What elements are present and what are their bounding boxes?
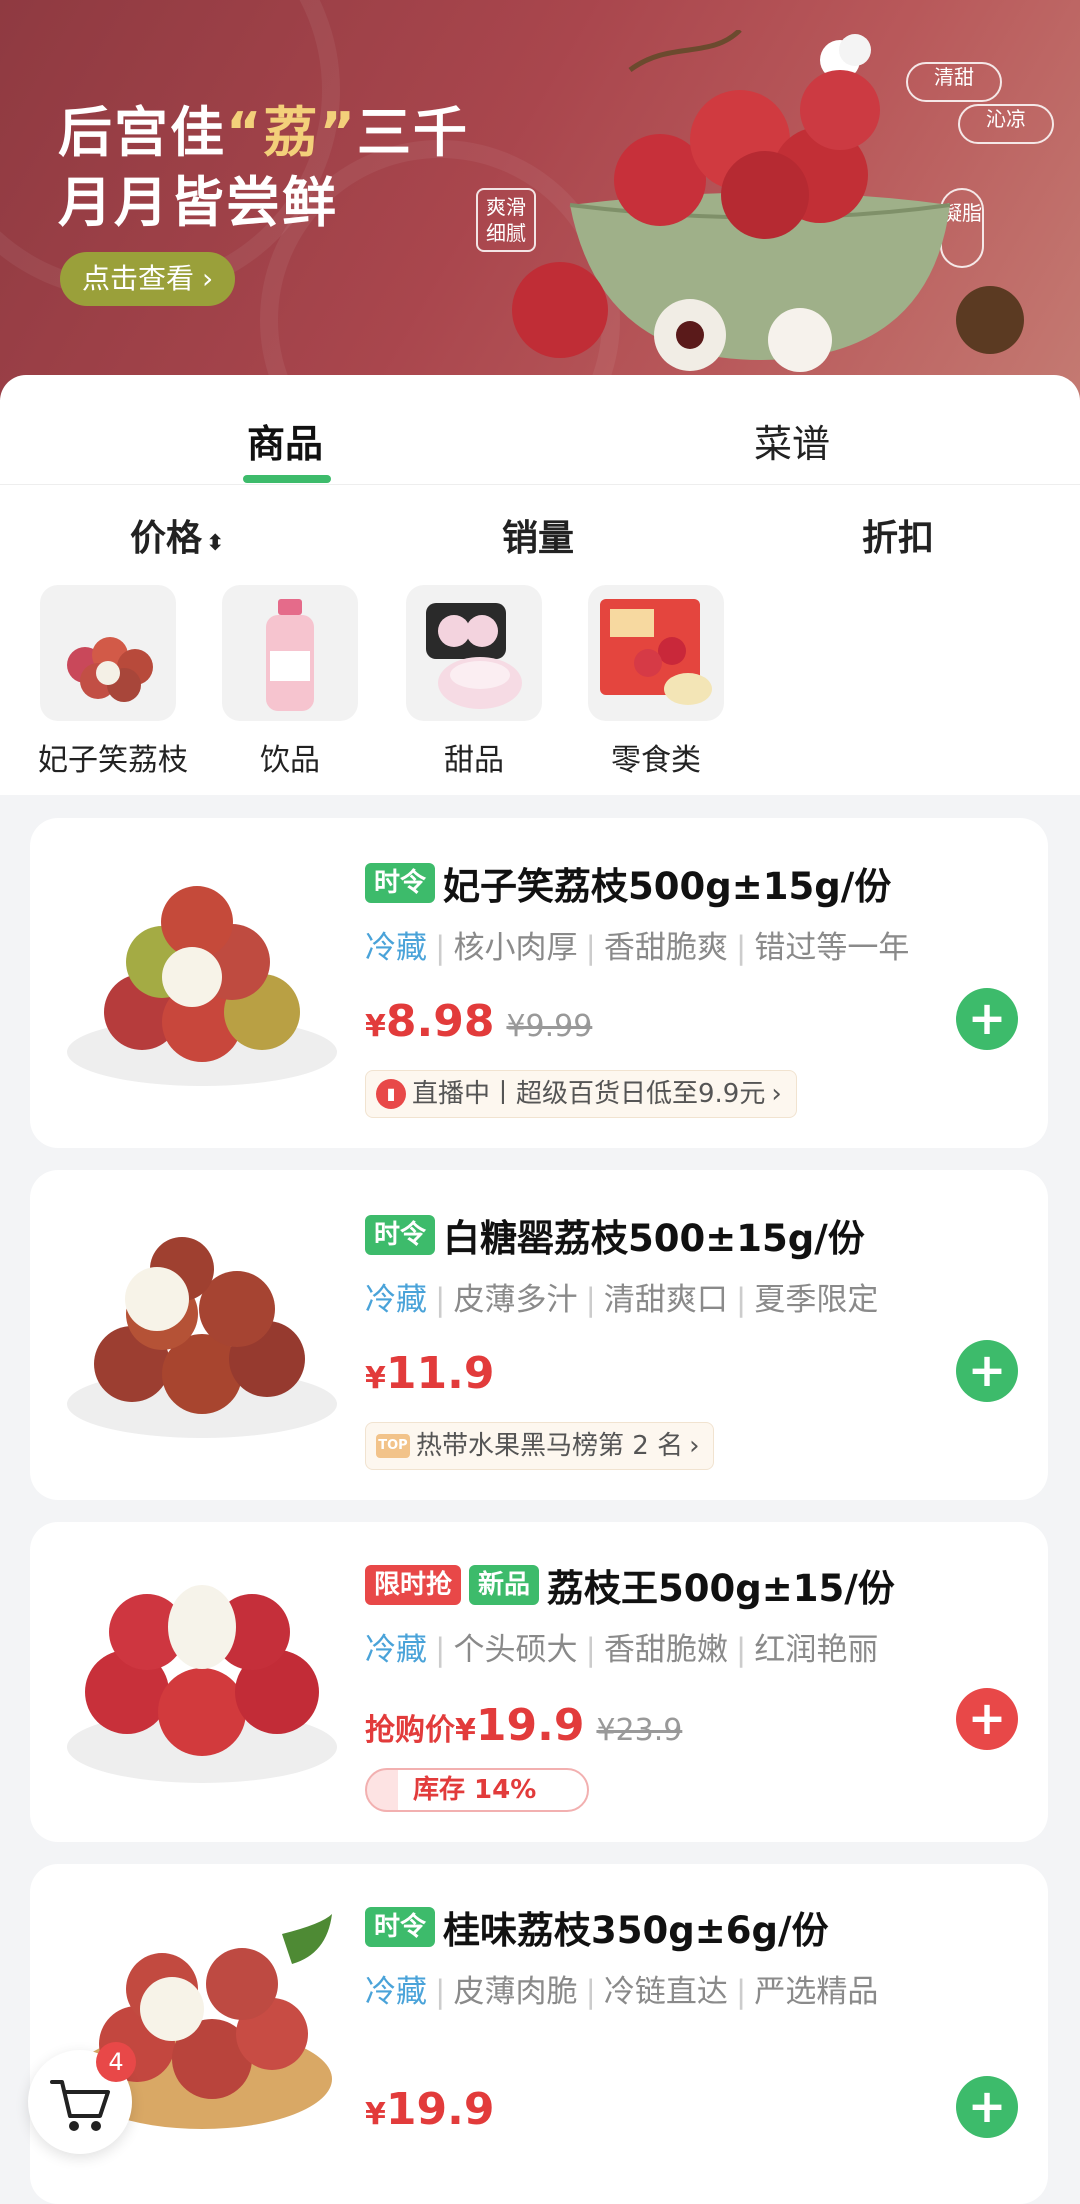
product-image [67,1237,337,1438]
product-name: 时令 桂味荔枝350g±6g/份 [365,1900,828,1954]
category-item-lychee[interactable]: 妃子笑荔枝 [38,585,188,779]
top-icon: TOP [376,1434,410,1458]
product-attributes: 冷藏 | 皮薄多汁 | 清甜爽口 | 夏季限定 [365,1282,879,1318]
product-price: ¥11.9 [365,1348,495,1399]
chevron-right-icon: › [689,1431,700,1461]
season-tag: 时令 [365,1215,436,1255]
storage-label: 冷藏 [365,930,427,966]
add-to-cart-button[interactable]: + [956,1688,1018,1750]
ranking-banner[interactable]: TOP 热带水果黑马榜第 2 名 › [365,1422,715,1470]
chevron-right-icon: › [771,1079,782,1109]
add-to-cart-button[interactable]: + [956,1340,1018,1402]
category-item-drinks[interactable]: 饮品 [220,585,360,779]
live-icon: ▮ [376,1079,406,1109]
category-item-desserts[interactable]: 甜品 [404,585,544,779]
product-image [67,886,337,1086]
product-price: ¥19.9 [365,2084,495,2135]
category-label: 妃子笑荔枝 [38,743,188,778]
drink-bottle-image [222,585,358,721]
storage-label: 冷藏 [365,1632,427,1668]
hero-banner[interactable]: 后宫佳“荔”三千 月月皆尝鲜 点击查看 › 爽滑细腻 清甜 沁凉 凝脂 [0,0,1080,400]
product-name: 时令 妃子笑荔枝500g±15g/份 [365,856,891,910]
flash-sale-tag: 限时抢 [365,1565,462,1605]
lychee-bowl-illustration [512,30,1024,372]
product-card[interactable]: 时令 妃子笑荔枝500g±15g/份 冷藏 | 核小肉厚 | 香甜脆爽 | 错过等一年 ¥8.… [30,818,1048,1148]
category-label: 饮品 [260,743,320,778]
banner-title: 后宫佳“荔”三千 月月皆尝鲜 [58,101,469,234]
banner-view-button[interactable]: 点击查看 › [60,252,236,306]
stock-label: 库存 14% [413,1775,537,1805]
category-label: 甜品 [444,743,504,778]
season-tag: 时令 [365,863,436,903]
tab-bar: 商品 菜谱 [0,375,1080,485]
cart-count-badge: 4 [96,2042,136,2082]
category-row: 妃子笑荔枝 饮品 甜品 零食类 [0,585,1080,795]
storage-label: 冷藏 [365,1974,427,2010]
season-tag: 时令 [365,1907,436,1947]
lychee-pile-image [40,585,176,721]
category-label: 零食类 [611,743,701,778]
product-attributes: 冷藏 | 个头硕大 | 香甜脆嫩 | 红润艳丽 [365,1632,879,1668]
new-tag: 新品 [469,1565,540,1605]
chevron-right-icon: › [202,262,214,295]
dessert-image [406,585,542,721]
tab-recipes[interactable]: 菜谱 [754,413,830,468]
product-price: ¥8.98 ¥9.99 [365,996,593,1047]
product-attributes: 冷藏 | 核小肉厚 | 香甜脆爽 | 错过等一年 [365,930,910,966]
product-card[interactable]: 时令 桂味荔枝350g±6g/份 冷藏 | 皮薄肉脆 | 冷链直达 | 严选精品 ¥19.9 … [30,1864,1048,2204]
jelly-pack-image [588,585,724,721]
original-price: ¥9.99 [506,1009,593,1044]
product-card[interactable]: 限时抢 新品 荔枝王500g±15/份 冷藏 | 个头硕大 | 香甜脆嫩 | 红润艳丽 抢购价¥… [30,1522,1048,1842]
sort-price[interactable]: 价格 ⬍ [130,509,224,561]
category-item-snacks[interactable]: 零食类 [586,585,726,779]
cart-button[interactable]: 4 [28,2042,136,2154]
add-to-cart-button[interactable]: + [956,988,1018,1050]
sort-bar: 价格 ⬍ 销量 折扣 [0,485,1080,585]
sort-sales[interactable]: 销量 [502,509,574,561]
sort-discount[interactable]: 折扣 [862,509,934,561]
sort-arrows-icon: ⬍ [206,531,225,556]
product-price: 抢购价¥19.9 ¥23.9 [365,1700,683,1751]
product-image [67,1585,337,1783]
add-to-cart-button[interactable]: + [956,2076,1018,2138]
product-name: 限时抢 新品 荔枝王500g±15/份 [365,1558,895,1612]
product-attributes: 冷藏 | 皮薄肉脆 | 冷链直达 | 严选精品 [365,1974,879,2010]
promo-banner[interactable]: ▮ 直播中丨超级百货日低至9.9元 › [365,1070,797,1118]
stock-progress-bar: 库存 14% [365,1768,589,1812]
storage-label: 冷藏 [365,1282,427,1318]
original-price: ¥23.9 [596,1713,683,1748]
tab-products[interactable]: 商品 [247,413,323,468]
product-name: 时令 白糖罂荔枝500±15g/份 [365,1208,865,1262]
tab-active-indicator [243,475,331,483]
product-card[interactable]: 时令 白糖罂荔枝500±15g/份 冷藏 | 皮薄多汁 | 清甜爽口 | 夏季限定 ¥11.9… [30,1170,1048,1500]
